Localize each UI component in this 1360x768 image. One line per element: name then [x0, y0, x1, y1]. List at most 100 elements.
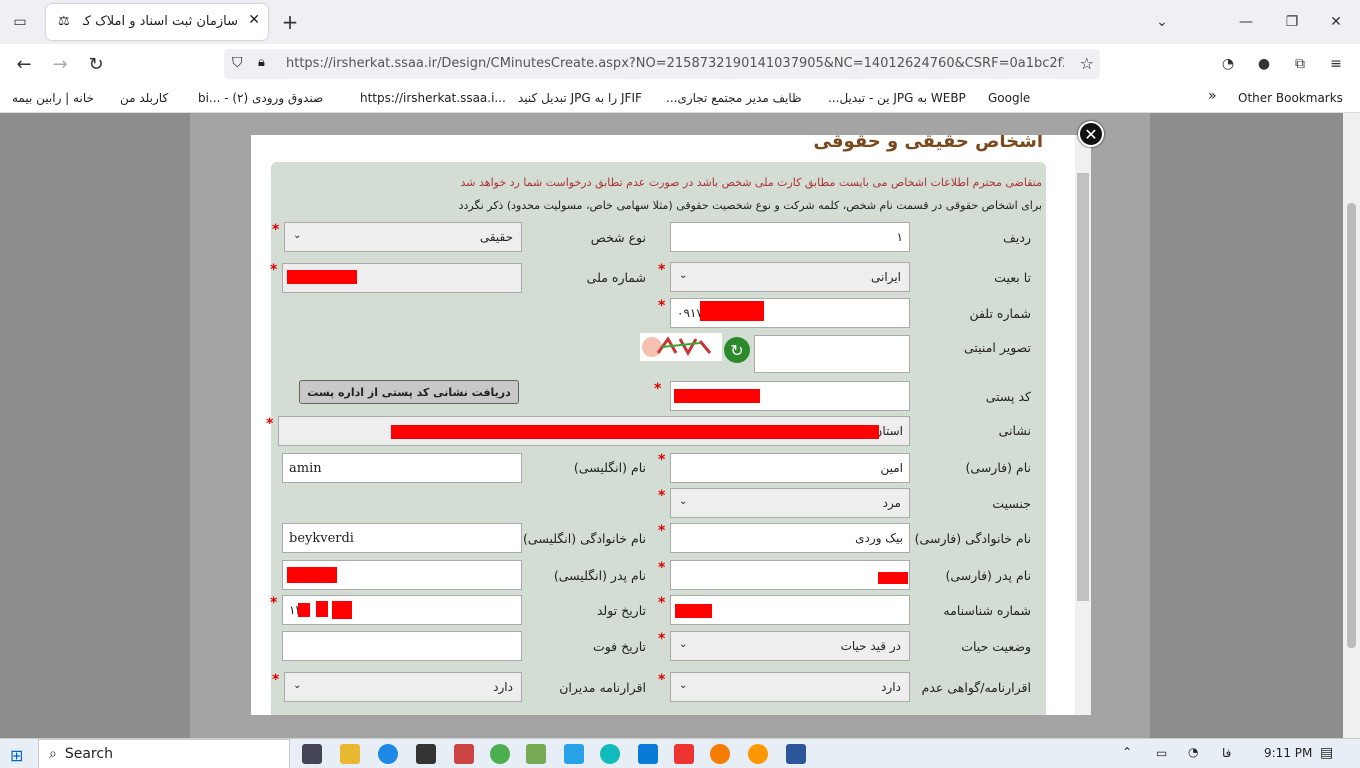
required-icon: *	[658, 298, 666, 314]
name-en-input[interactable]: amin	[282, 453, 522, 483]
bookmark-item[interactable]: ...ظایف مدیر مجتمع تجاری	[666, 91, 802, 105]
ie-icon[interactable]	[378, 744, 398, 764]
app-icon[interactable]	[748, 744, 768, 764]
gender-select[interactable]: مرد ⌄	[670, 488, 910, 518]
new-tab-icon[interactable]: +	[276, 8, 304, 36]
bookmark-item[interactable]: خانه | رابین بیمه	[12, 91, 94, 105]
required-icon: *	[272, 222, 280, 238]
phone-prefix: ۰۹۱۷	[677, 306, 703, 320]
label-managers: اقرارنامه مدیران	[559, 680, 646, 695]
bookmark-item[interactable]: ...ین - تبدیل JPG به WEBP	[828, 91, 966, 105]
gender-value: مرد	[882, 496, 901, 510]
close-modal-icon[interactable]: ✕	[1078, 121, 1104, 147]
row-input[interactable]: ۱	[670, 222, 910, 252]
url-bar[interactable]: ⛉ 🔒︎ https://irsherkat.ssaa.ir/Design/CM…	[224, 49, 1100, 79]
search-icon: ⌕	[49, 746, 57, 762]
captcha-image	[640, 333, 722, 361]
extensions-icon[interactable]: ⧉	[1286, 50, 1314, 78]
edge-icon[interactable]	[600, 744, 620, 764]
firefox-icon[interactable]	[710, 744, 730, 764]
family-en-input[interactable]: beykverdi	[282, 523, 522, 553]
page-scrollbar[interactable]	[1343, 113, 1360, 738]
name-fa-input[interactable]: امین	[670, 453, 910, 483]
death-date-input[interactable]	[282, 631, 522, 661]
refresh-captcha-icon[interactable]: ↻	[724, 337, 750, 363]
search-label: Search	[64, 746, 113, 762]
file-explorer-icon[interactable]	[340, 744, 360, 764]
label-father-en: نام پدر (انگلیسی)	[553, 568, 646, 583]
bookmark-star-icon[interactable]: ☆	[1080, 54, 1094, 73]
account-icon[interactable]: ●	[1250, 50, 1278, 78]
other-bookmarks[interactable]: Other Bookmarks	[1238, 91, 1343, 105]
app-icon[interactable]	[454, 744, 474, 764]
app-icon[interactable]	[416, 744, 436, 764]
nationality-select[interactable]: ایرانی ⌄	[670, 262, 910, 292]
person-type-value: حقیقی	[479, 230, 513, 244]
managers-select[interactable]: دارد ⌄	[284, 672, 522, 702]
site-favicon-icon: ⚖	[58, 14, 70, 29]
app-icon[interactable]	[564, 744, 584, 764]
chevron-down-icon: ⌄	[679, 639, 688, 650]
maximize-icon[interactable]: ❐	[1278, 8, 1306, 36]
required-icon: *	[658, 488, 666, 504]
word-icon[interactable]	[786, 744, 806, 764]
clock[interactable]: 9:11 PM	[1264, 746, 1312, 760]
redaction	[675, 604, 712, 618]
bookmark-item[interactable]: https://irsherkat.ssaa.i...	[360, 91, 506, 105]
pocket-icon[interactable]: ◔	[1214, 50, 1242, 78]
person-type-select[interactable]: حقیقی ⌄	[284, 222, 522, 252]
wifi-icon[interactable]: ◔	[1188, 745, 1198, 759]
postal-lookup-button[interactable]: دریافت نشانی کد پستی از اداره پست	[299, 380, 519, 404]
label-captcha: تصویر امنیتی	[963, 340, 1031, 355]
required-icon: *	[658, 560, 666, 576]
required-icon: *	[658, 262, 666, 278]
forward-icon[interactable]: →	[46, 50, 74, 78]
captcha-input[interactable]	[754, 335, 910, 373]
taskbar-search[interactable]: ⌕ Search	[38, 739, 290, 768]
url-text[interactable]: https://irsherkat.ssaa.ir/Design/CMinute…	[286, 56, 1064, 71]
label-gender: جنسیت	[992, 496, 1031, 511]
windows-start-icon[interactable]: ⊞	[10, 746, 23, 765]
close-tab-icon[interactable]: ✕	[248, 12, 260, 28]
tab-list-icon[interactable]: ▭	[6, 8, 34, 36]
redaction	[391, 425, 879, 439]
label-family-en: نام خانوادگی (انگلیسی)	[523, 531, 646, 546]
tab-bar: ▭ ⚖ سازمان ثبت اسناد و املاک کشور ✕ + ⌄ …	[0, 0, 1360, 44]
required-icon: *	[658, 672, 666, 688]
more-bookmarks-icon[interactable]: »	[1208, 88, 1217, 104]
father-fa-input[interactable]	[670, 560, 910, 590]
bookmark-item[interactable]: Google	[988, 91, 1030, 105]
chrome-icon[interactable]	[490, 744, 510, 764]
task-view-icon[interactable]	[302, 744, 322, 764]
list-tabs-icon[interactable]: ⌄	[1148, 8, 1176, 36]
lock-icon[interactable]: 🔒︎	[258, 55, 265, 70]
taskbar: ⊞ ⌕ Search ⌃ ▭ ◔ فا 9:11 PM ▤	[0, 738, 1360, 768]
browser-tab[interactable]: ⚖ سازمان ثبت اسناد و املاک کشور ✕	[46, 4, 268, 40]
reload-icon[interactable]: ↻	[82, 50, 110, 78]
notifications-icon[interactable]: ▤	[1320, 745, 1333, 761]
cert-value: دارد	[881, 680, 901, 694]
shield-icon[interactable]: ⛉	[232, 55, 243, 71]
menu-icon[interactable]: ≡	[1322, 50, 1350, 78]
required-icon: *	[270, 595, 278, 611]
app-icon[interactable]	[638, 744, 658, 764]
bookmark-item[interactable]: bi... - صندوق ورودی (۲)	[198, 91, 323, 105]
redaction	[316, 601, 328, 617]
chevron-up-icon[interactable]: ⌃	[1122, 745, 1132, 759]
modal-scrollbar[interactable]	[1075, 135, 1091, 715]
language-indicator[interactable]: فا	[1222, 746, 1231, 760]
close-window-icon[interactable]: ✕	[1322, 8, 1350, 36]
app-icon[interactable]	[526, 744, 546, 764]
minimize-icon[interactable]: —	[1232, 8, 1260, 36]
cert-select[interactable]: دارد ⌄	[670, 672, 910, 702]
life-status-select[interactable]: در قید حیات ⌄	[670, 631, 910, 661]
back-icon[interactable]: ←	[10, 50, 38, 78]
bookmark-item[interactable]: کاربلد من	[120, 91, 168, 105]
bookmark-item[interactable]: تبدیل کنید JPG را به JFIF	[518, 91, 642, 105]
family-fa-input[interactable]: بیک وردی	[670, 523, 910, 553]
chevron-down-icon: ⌄	[293, 230, 302, 241]
battery-icon[interactable]: ▭	[1156, 746, 1167, 760]
nationality-value: ایرانی	[871, 270, 901, 284]
label-postal: کد پستی	[985, 389, 1031, 404]
app-icon[interactable]	[674, 744, 694, 764]
